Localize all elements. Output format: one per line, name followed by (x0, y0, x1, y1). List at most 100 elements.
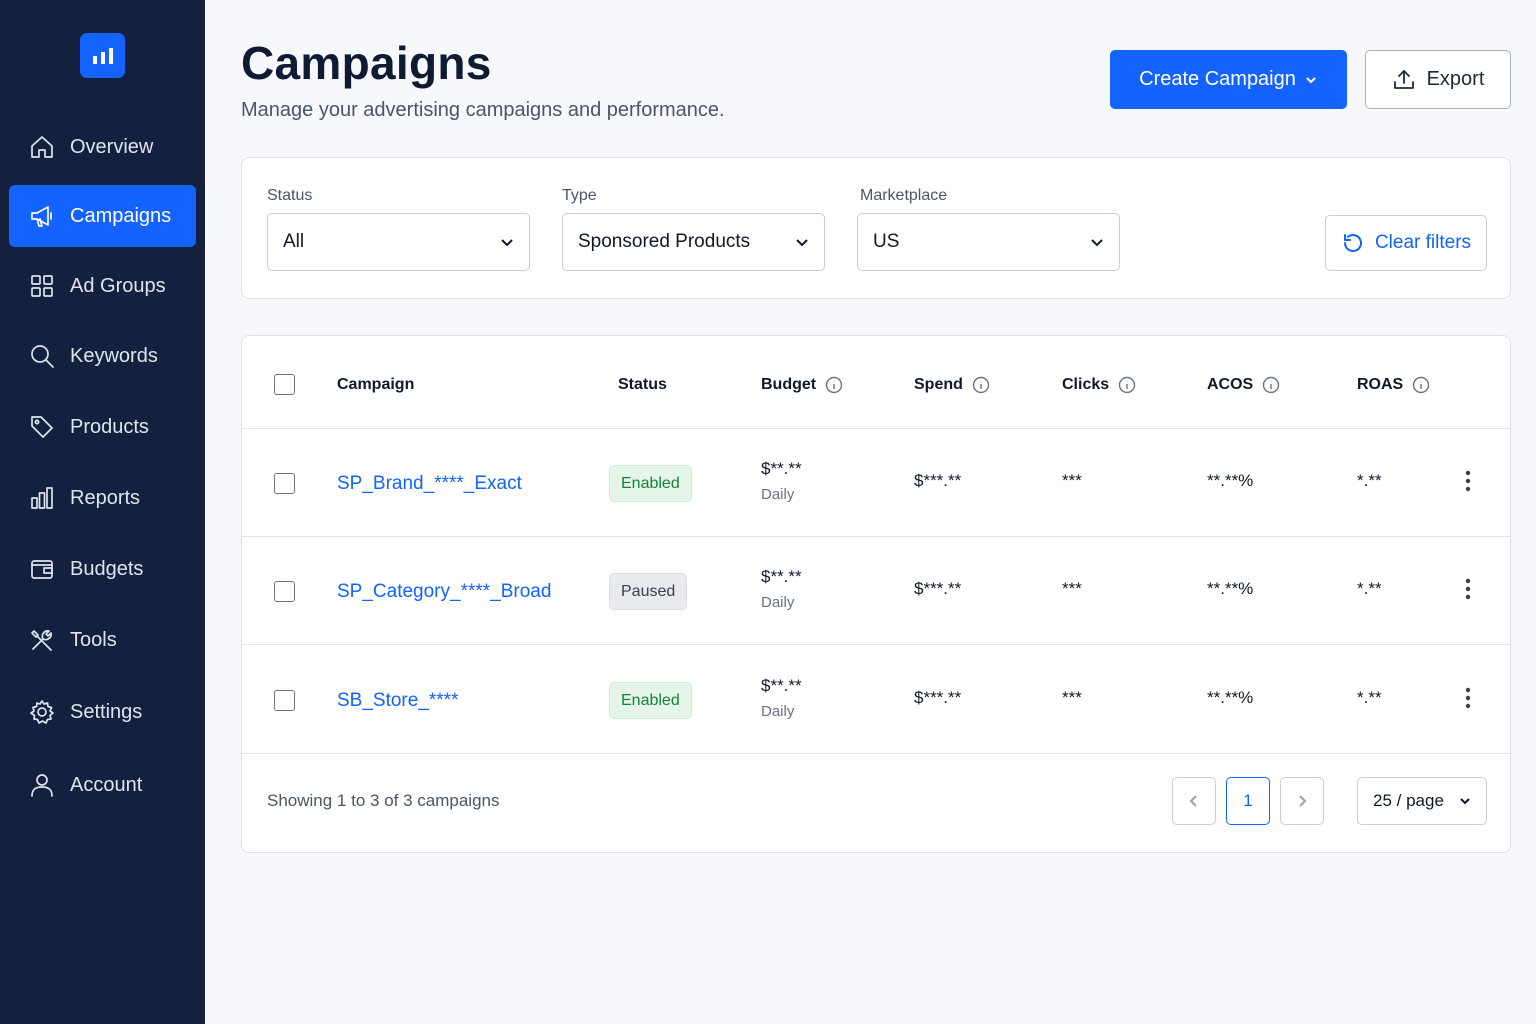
row-checkbox[interactable] (274, 581, 295, 602)
sidebar-item-overview[interactable]: Overview (9, 116, 196, 178)
marketplace-filter-label: Marketplace (860, 187, 948, 204)
chevron-right-icon (1299, 795, 1307, 807)
sidebar-item-products[interactable]: Products (9, 396, 196, 458)
select-all-checkbox[interactable] (274, 374, 295, 395)
campaign-link[interactable]: SP_Brand_****_Exact (337, 473, 522, 495)
sidebar-item-ad-groups[interactable]: Ad Groups (9, 255, 196, 317)
roas-value: *.** (1357, 579, 1382, 598)
app-logo[interactable] (80, 33, 125, 78)
acos-value: **.**% (1207, 688, 1254, 707)
column-header-acos[interactable]: ACOS (1207, 376, 1280, 394)
sidebar: Overview Campaigns Ad Groups Keywords Pr… (0, 0, 205, 1024)
sidebar-item-keywords[interactable]: Keywords (9, 325, 196, 387)
chevron-down-icon (1306, 76, 1316, 83)
reset-icon (1343, 234, 1362, 252)
column-label: Status (618, 376, 667, 393)
column-header-campaign[interactable]: Campaign (337, 376, 414, 394)
sidebar-item-label: Ad Groups (70, 274, 166, 297)
clicks-value: *** (1062, 579, 1082, 598)
status-badge: Paused (609, 573, 688, 610)
status-filter-select[interactable]: All (267, 213, 530, 271)
spend-value: $***.** (914, 579, 962, 598)
status-filter-label: Status (267, 187, 313, 204)
column-header-spend[interactable]: Spend (914, 376, 990, 394)
sidebar-item-reports[interactable]: Reports (9, 467, 196, 529)
sidebar-item-tools[interactable]: Tools (9, 609, 196, 671)
clear-filters-label: Clear filters (1374, 232, 1472, 253)
per-page-value: 25 / page (1373, 791, 1444, 810)
campaigns-table: Campaign Status Budget Spend Clicks ACOS… (241, 335, 1511, 853)
clicks-value: *** (1062, 688, 1082, 707)
sidebar-item-label: Campaigns (70, 204, 172, 227)
create-campaign-button[interactable]: Create Campaign (1110, 50, 1347, 109)
next-page-button[interactable] (1280, 777, 1324, 825)
type-filter-select[interactable]: Sponsored Products (562, 213, 825, 271)
column-header-roas[interactable]: ROAS (1357, 376, 1430, 394)
column-label: Clicks (1062, 376, 1110, 393)
gear-icon (28, 698, 56, 726)
more-actions-icon[interactable] (1458, 467, 1478, 495)
sidebar-item-budgets[interactable]: Budgets (9, 538, 196, 600)
column-label: Spend (914, 376, 963, 393)
sidebar-item-label: Budgets (70, 557, 144, 580)
table-row[interactable]: SP_Category_****_Broad Paused $**.** Dai… (242, 537, 1510, 645)
upload-icon (1393, 69, 1414, 89)
filters-card: Status All Type Sponsored Products Marke… (241, 157, 1511, 299)
export-label: Export (1426, 68, 1485, 90)
column-header-status[interactable]: Status (618, 376, 667, 394)
home-icon (28, 133, 56, 161)
type-filter-value: Sponsored Products (578, 231, 751, 252)
prev-page-button[interactable] (1172, 777, 1216, 825)
budget-value: $**.** (761, 459, 802, 478)
marketplace-filter-select[interactable]: US (857, 213, 1120, 271)
more-actions-icon[interactable] (1458, 684, 1478, 712)
chevron-down-icon (501, 239, 513, 247)
table-row[interactable]: SB_Store_**** Enabled $**.** Daily $***.… (242, 646, 1510, 754)
marketplace-filter-value: US (873, 231, 900, 252)
budget-period: Daily (761, 594, 795, 611)
budget-value: $**.** (761, 676, 802, 695)
search-icon (28, 342, 56, 370)
info-icon[interactable] (825, 376, 843, 394)
sidebar-item-label: Settings (70, 700, 143, 723)
table-header: Campaign Status Budget Spend Clicks ACOS… (242, 336, 1510, 429)
roas-value: *.** (1357, 471, 1382, 490)
page-title: Campaigns (241, 37, 492, 89)
campaign-link[interactable]: SP_Category_****_Broad (337, 581, 551, 603)
per-page-select[interactable]: 25 / page (1357, 777, 1487, 825)
tag-icon (28, 413, 56, 441)
row-checkbox[interactable] (274, 690, 295, 711)
sidebar-item-label: Products (70, 415, 149, 438)
column-header-clicks[interactable]: Clicks (1062, 376, 1136, 394)
sidebar-item-label: Account (70, 773, 143, 796)
sidebar-item-account[interactable]: Account (9, 754, 196, 816)
sidebar-item-label: Reports (70, 486, 141, 509)
info-icon[interactable] (972, 376, 990, 394)
grid-icon (28, 272, 56, 300)
page-subtitle: Manage your advertising campaigns and pe… (241, 99, 725, 121)
info-icon[interactable] (1262, 376, 1280, 394)
table-row[interactable]: SP_Brand_****_Exact Enabled $**.** Daily… (242, 429, 1510, 537)
row-checkbox[interactable] (274, 473, 295, 494)
megaphone-icon (28, 202, 56, 230)
info-icon[interactable] (1118, 376, 1136, 394)
export-button[interactable]: Export (1365, 50, 1511, 109)
column-header-budget[interactable]: Budget (761, 376, 843, 394)
chevron-left-icon (1189, 795, 1197, 807)
info-icon[interactable] (1412, 376, 1430, 394)
clear-filters-button[interactable]: Clear filters (1325, 215, 1487, 271)
sidebar-item-campaigns[interactable]: Campaigns (9, 185, 196, 247)
sidebar-item-settings[interactable]: Settings (9, 681, 196, 743)
page-button-current[interactable]: 1 (1226, 777, 1270, 825)
sidebar-item-label: Tools (70, 628, 117, 651)
chevron-down-icon (1460, 798, 1470, 805)
budget-value: $**.** (761, 567, 802, 586)
sidebar-item-label: Keywords (70, 344, 158, 367)
pagination-summary: Showing 1 to 3 of 3 campaigns (267, 791, 500, 810)
status-badge: Enabled (609, 682, 692, 719)
status-badge: Enabled (609, 465, 692, 502)
create-campaign-label: Create Campaign (1139, 68, 1296, 90)
more-actions-icon[interactable] (1458, 575, 1478, 603)
campaign-link[interactable]: SB_Store_**** (337, 690, 458, 712)
tools-icon (28, 626, 56, 654)
